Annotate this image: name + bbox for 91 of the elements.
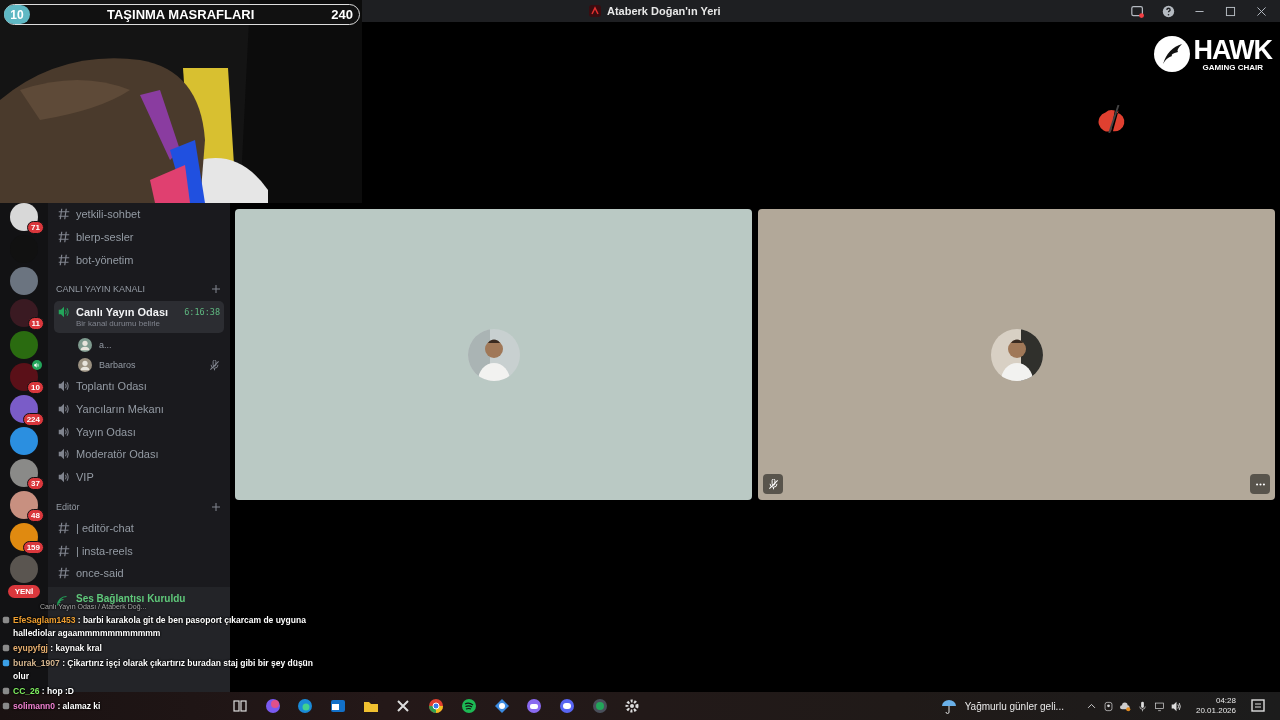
speaker-icon [58, 403, 70, 416]
brand-name: HAWK [1193, 36, 1272, 63]
plus-icon[interactable] [212, 285, 220, 294]
hash-icon [58, 567, 70, 580]
maximize-icon[interactable] [1224, 4, 1237, 18]
clock[interactable]: 04:28 20.01.2026 [1195, 696, 1236, 716]
browser-icon[interactable] [428, 698, 445, 714]
category-header[interactable]: Editör [56, 501, 80, 512]
chat-badge-icon [2, 616, 10, 624]
notifications-icon[interactable] [1250, 698, 1266, 714]
goal-amount: 240 [331, 7, 353, 22]
brand-tagline: GAMING CHAIR [1202, 62, 1263, 72]
speaker-icon [58, 380, 70, 393]
help-icon[interactable] [1162, 4, 1175, 18]
hash-icon [58, 544, 70, 557]
camera-icon[interactable] [1102, 700, 1114, 712]
unread-badge: 224 [22, 413, 44, 426]
speaker-icon [58, 425, 70, 438]
mail-icon[interactable] [330, 698, 347, 714]
microphone-icon[interactable] [1136, 700, 1148, 712]
muted-icon [767, 478, 779, 490]
chat-message: CC_26 : hop :D [13, 685, 74, 698]
cloud-icon[interactable] [1119, 700, 1131, 712]
task-view-icon[interactable] [232, 698, 248, 714]
slash-logo-icon [1098, 105, 1126, 133]
channel-item[interactable]: | editör-chat [54, 516, 224, 540]
app-icon[interactable] [493, 698, 510, 714]
server-icon[interactable] [10, 523, 38, 551]
connection-status: Ses Bağlantısı Kuruldu [76, 593, 186, 604]
voice-channel-item[interactable]: VIP [54, 465, 224, 489]
server-icon[interactable] [10, 395, 38, 423]
speaker-icon [58, 448, 70, 461]
hash-icon [58, 253, 70, 266]
new-badge[interactable]: YENİ [7, 585, 41, 598]
screen-share-icon[interactable] [1131, 4, 1144, 18]
channel-item[interactable]: | insta-reels [54, 539, 224, 562]
unread-badge: 71 [27, 221, 44, 234]
feather-logo-icon [1153, 36, 1190, 72]
voice-channel-item[interactable]: Canlı Yayın Odası 6:16:38 Bir kanal durumu belirle [54, 301, 224, 334]
network-icon[interactable] [1153, 700, 1165, 712]
count-badge: 10 [4, 5, 30, 24]
unread-badge: 48 [27, 509, 44, 522]
window-title: Ataberk Doğan'ın Yeri [607, 5, 721, 17]
speaker-icon [58, 306, 70, 319]
goal-title: TAŞINMA MASRAFLARI [107, 7, 255, 22]
browser-icon[interactable] [297, 698, 314, 714]
app-icon[interactable] [395, 698, 412, 714]
chat-message: burak_1907 : Çikartırız işçi olarak çıkartırız buradan staj gibi bir şey düşün olur [13, 657, 314, 683]
call-timer: 6:16:38 [184, 307, 220, 318]
channel-status: Bir kanal durumu belirle [75, 319, 162, 329]
app-icon[interactable] [558, 698, 575, 714]
member-item[interactable]: Barbaros [54, 355, 224, 376]
video-tile[interactable] [235, 209, 752, 500]
music-app-icon[interactable] [460, 698, 477, 714]
plus-icon[interactable] [212, 502, 220, 511]
speaker-icon [58, 471, 70, 484]
video-tile[interactable] [758, 209, 1275, 500]
chat-message: solimann0 : alamaz ki [13, 700, 101, 713]
member-item[interactable]: a... [54, 335, 224, 356]
unread-badge: 37 [27, 477, 44, 490]
server-icon[interactable] [10, 459, 38, 487]
voice-channel-item[interactable]: Toplantı Odası [54, 375, 224, 398]
volume-icon[interactable] [1170, 700, 1182, 712]
settings-icon[interactable] [624, 698, 641, 714]
server-logo-icon [589, 5, 601, 17]
server-icon[interactable] [10, 299, 38, 327]
chat-app-icon[interactable] [526, 698, 543, 714]
channel-item[interactable]: once-said [54, 561, 224, 585]
category-header[interactable]: CANLI YAYIN KANALI [56, 284, 146, 295]
mute-button[interactable] [763, 474, 783, 494]
avatar-icon [78, 358, 92, 373]
channel-item[interactable]: yetkili-sohbet [54, 203, 224, 226]
voice-channel-item[interactable]: Yayın Odası [54, 420, 224, 444]
hash-icon [58, 231, 70, 244]
unread-badge: 10 [27, 381, 44, 394]
hash-icon [58, 208, 70, 221]
channel-item[interactable]: blerp-sesler [54, 225, 224, 249]
more-button[interactable] [1250, 474, 1270, 494]
voice-channel-item[interactable]: Moderatör Odası [54, 443, 224, 466]
channel-item[interactable]: bot-yönetim [54, 248, 224, 272]
server-icon[interactable] [10, 491, 38, 519]
chat-message: eyupyfgj : kaynak kral [13, 642, 102, 655]
weather-widget[interactable]: Yağmurlu günler geli... [940, 698, 1064, 714]
server-icon[interactable] [10, 203, 38, 231]
avatar-icon [78, 338, 92, 353]
close-icon[interactable] [1255, 4, 1268, 18]
chat-message: EfeSaglam1453 : barbi karakola git de ben pasoport çıkarcam de uyguna hallediolar agaammmmmmmmmmm [13, 614, 307, 640]
voice-channel-item[interactable]: Yancıların Mekanı [54, 397, 224, 421]
umbrella-icon [940, 698, 957, 714]
unread-badge: 159 [22, 541, 44, 554]
hash-icon [58, 521, 70, 534]
